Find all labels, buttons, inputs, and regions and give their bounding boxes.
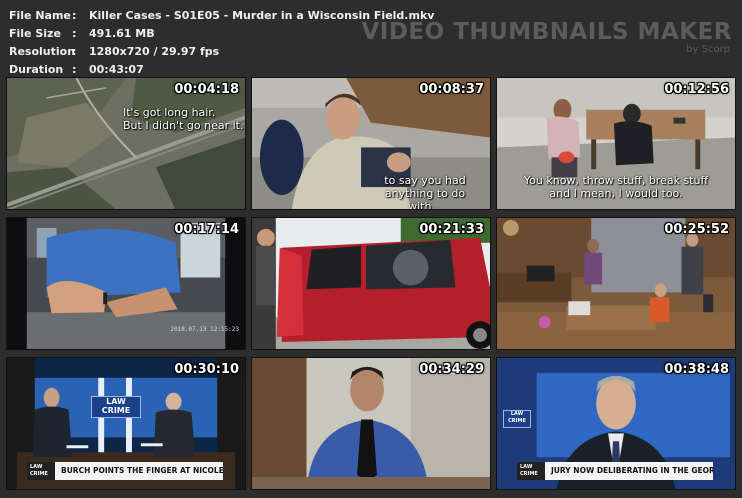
thumbnail-3[interactable]: You know, throw stuff, break stuff and I… [496, 77, 736, 210]
thumbnail-2[interactable]: to say you had anything to do with... 00… [251, 77, 491, 210]
logo-line: LAW [106, 397, 126, 406]
headline-text: JURY NOW DELIBERATING IN THE GEORGE BURC… [551, 466, 713, 475]
info-separator: : [72, 45, 77, 58]
logo-line: CRIME [101, 406, 131, 415]
timestamp: 00:25:52 [664, 222, 729, 237]
law-crime-logo: LAW CRIME [91, 396, 141, 418]
timestamp: 00:21:33 [419, 222, 484, 237]
headline-text: BURCH POINTS THE FINGER AT NICOLE'S BOYF… [61, 466, 223, 475]
subtitle-caption: to say you had anything to do with... [370, 174, 480, 210]
caption-line: It's got long hair. [123, 106, 216, 119]
channel-bug: LAW CRIME [27, 462, 55, 480]
info-label: File Name [9, 9, 71, 22]
timestamp: 00:30:10 [174, 362, 239, 377]
caption-line: and I mean, I would too. [549, 187, 683, 200]
thumbnail-1[interactable]: It's got long hair. But I didn't go near… [6, 77, 246, 210]
lower-third-banner: LAW CRIME JURY NOW DELIBERATING IN THE G… [517, 462, 713, 480]
subtitle-caption: You know, throw stuff, break stuff and I… [497, 174, 735, 200]
courtroom-scene [497, 218, 735, 349]
info-separator: : [72, 9, 77, 22]
thumbnail-9[interactable]: LAW CRIME LAW CRIME JURY NOW DELIBERATIN… [496, 357, 736, 490]
brand-title: VIDEO THUMBNAILS MAKER [361, 19, 732, 45]
brand-watermark: VIDEO THUMBNAILS MAKER by Scorp [361, 20, 732, 55]
thumbnail-4[interactable]: 2018.07.13 12:15:23 00:17:14 [6, 217, 246, 350]
red-suv-scene [252, 218, 490, 349]
file-size-value: 491.61 MB [89, 27, 155, 40]
thumbnail-7[interactable]: LAW CRIME LAW CRIME BURCH POINTS THE FIN… [6, 357, 246, 490]
caption-line: You know, throw stuff, break stuff [523, 174, 709, 187]
timestamp: 00:38:48 [664, 362, 729, 377]
thumbnail-6[interactable]: 00:25:52 [496, 217, 736, 350]
bug-line: CRIME [30, 471, 48, 477]
camera-timestamp-overlay: 2018.07.13 12:15:23 [170, 326, 239, 333]
resolution-value: 1280x720 / 29.97 fps [89, 45, 220, 58]
caption-line: But I didn't go near it. [123, 119, 244, 132]
timestamp: 00:08:37 [419, 82, 484, 97]
timestamp: 00:34:29 [419, 362, 484, 377]
bug-line: LAW [30, 464, 43, 470]
bug-line: CRIME [520, 471, 538, 477]
witness-scene [252, 358, 490, 489]
logo-line: LAW [510, 411, 524, 417]
brand-subtitle: by Scorp [686, 44, 730, 55]
channel-bug: LAW CRIME [517, 462, 545, 480]
bug-line: LAW [520, 464, 533, 470]
law-crime-logo: LAW CRIME [503, 410, 531, 428]
thumbnail-8[interactable]: 00:34:29 [251, 357, 491, 490]
lower-third-banner: LAW CRIME BURCH POINTS THE FINGER AT NIC… [27, 462, 223, 480]
info-label: File Size [9, 27, 61, 40]
logo-line: CRIME [508, 418, 526, 424]
timestamp: 00:17:14 [174, 222, 239, 237]
aerial-field-scene [7, 78, 245, 209]
timestamp: 00:04:18 [174, 82, 239, 97]
subtitle-caption: It's got long hair. But I didn't go near… [123, 106, 243, 132]
thumbnail-sheet: File Name : Killer Cases - S01E05 - Murd… [0, 0, 742, 498]
timestamp: 00:12:56 [664, 82, 729, 97]
caption-line: to say you had [384, 174, 466, 187]
caption-line: anything to do with... [384, 187, 466, 210]
thumbnail-5[interactable]: 00:21:33 [251, 217, 491, 350]
info-label: Resolution [9, 45, 76, 58]
info-separator: : [72, 27, 77, 40]
